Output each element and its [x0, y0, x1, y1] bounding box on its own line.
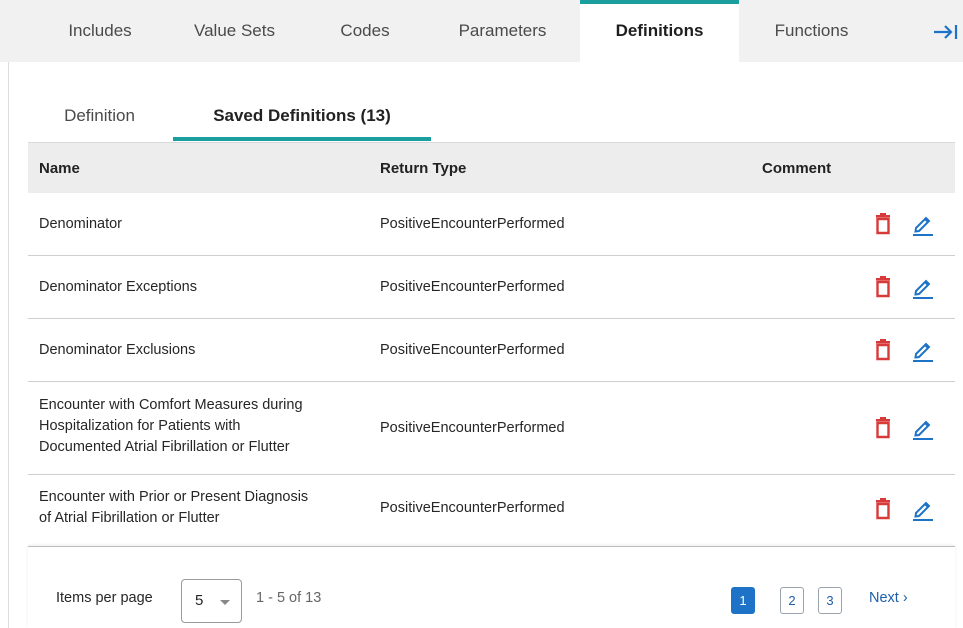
row-name: Encounter with Comfort Measures during H… — [39, 395, 369, 458]
column-header-return-type: Return Type — [380, 160, 467, 177]
page-button-2[interactable]: 2 — [780, 587, 804, 614]
top-tab-bar: Includes Value Sets Codes Parameters Def… — [0, 0, 963, 62]
row-name: Denominator Exclusions — [39, 342, 196, 358]
row-actions — [874, 209, 934, 239]
subtab-definition[interactable]: Definition — [42, 93, 157, 139]
row-actions — [874, 335, 934, 365]
row-name-line: Documented Atrial Fibrillation or Flutte… — [39, 439, 290, 455]
table-row: Denominator Exclusions PositiveEncounter… — [28, 319, 955, 382]
items-per-page-label: Items per page — [56, 590, 153, 606]
page-button-3[interactable]: 3 — [818, 587, 842, 614]
tab-includes[interactable]: Includes — [45, 0, 155, 62]
table-header: Name Return Type Comment — [28, 142, 955, 193]
pencil-icon[interactable] — [911, 416, 935, 440]
row-return-type: PositiveEncounterPerformed — [380, 420, 565, 436]
tab-value-sets[interactable]: Value Sets — [172, 0, 297, 62]
column-header-comment: Comment — [762, 160, 832, 177]
table-row: Encounter with Comfort Measures during H… — [28, 382, 955, 475]
arrow-right-to-bar-icon[interactable] — [930, 18, 960, 46]
row-name-line: Hospitalization for Patients with — [39, 418, 241, 434]
row-return-type: PositiveEncounterPerformed — [380, 500, 565, 516]
tab-codes[interactable]: Codes — [318, 0, 412, 62]
pencil-icon[interactable] — [911, 212, 935, 236]
trash-icon[interactable] — [874, 417, 892, 439]
row-actions — [874, 272, 934, 302]
page-button-1[interactable]: 1 — [731, 587, 755, 614]
pencil-icon[interactable] — [911, 275, 935, 299]
row-return-type: PositiveEncounterPerformed — [380, 279, 565, 295]
row-actions — [874, 413, 934, 443]
saved-definitions-table: Name Return Type Comment Denominator Pos… — [28, 142, 955, 545]
row-name: Encounter with Prior or Present Diagnosi… — [39, 487, 369, 529]
subtab-saved-definitions[interactable]: Saved Definitions (13) — [173, 93, 431, 141]
row-name: Denominator — [39, 216, 123, 232]
row-actions — [874, 494, 934, 524]
column-header-name: Name — [39, 160, 80, 177]
pencil-icon[interactable] — [911, 338, 935, 362]
table-row: Denominator PositiveEncounterPerformed — [28, 193, 955, 256]
pencil-icon[interactable] — [911, 497, 935, 521]
panel-left-border — [8, 62, 9, 628]
row-name-line: Encounter with Prior or Present Diagnosi… — [39, 489, 309, 505]
pagination-bar: Items per page 5 1 - 5 of 13 1 2 3 Next … — [28, 546, 955, 628]
row-return-type: PositiveEncounterPerformed — [380, 216, 565, 232]
row-name: Denominator Exceptions — [39, 279, 197, 295]
row-return-type: PositiveEncounterPerformed — [380, 342, 565, 358]
trash-icon[interactable] — [874, 339, 892, 361]
next-page-link[interactable]: Next › — [869, 590, 908, 606]
table-row: Denominator Exceptions PositiveEncounter… — [28, 256, 955, 319]
pagination-range: 1 - 5 of 13 — [256, 590, 322, 606]
trash-icon[interactable] — [874, 498, 892, 520]
chevron-down-icon — [220, 600, 230, 605]
tab-parameters[interactable]: Parameters — [430, 0, 575, 62]
table-row: Encounter with Prior or Present Diagnosi… — [28, 475, 955, 545]
row-name-line: Encounter with Comfort Measures during — [39, 397, 303, 413]
tab-definitions[interactable]: Definitions — [580, 0, 739, 62]
items-per-page-value: 5 — [195, 592, 204, 609]
row-name-line: of Atrial Fibrillation or Flutter — [39, 510, 220, 526]
trash-icon[interactable] — [874, 276, 892, 298]
items-per-page-select[interactable]: 5 — [181, 579, 242, 623]
tab-functions[interactable]: Functions — [744, 0, 879, 62]
trash-icon[interactable] — [874, 213, 892, 235]
